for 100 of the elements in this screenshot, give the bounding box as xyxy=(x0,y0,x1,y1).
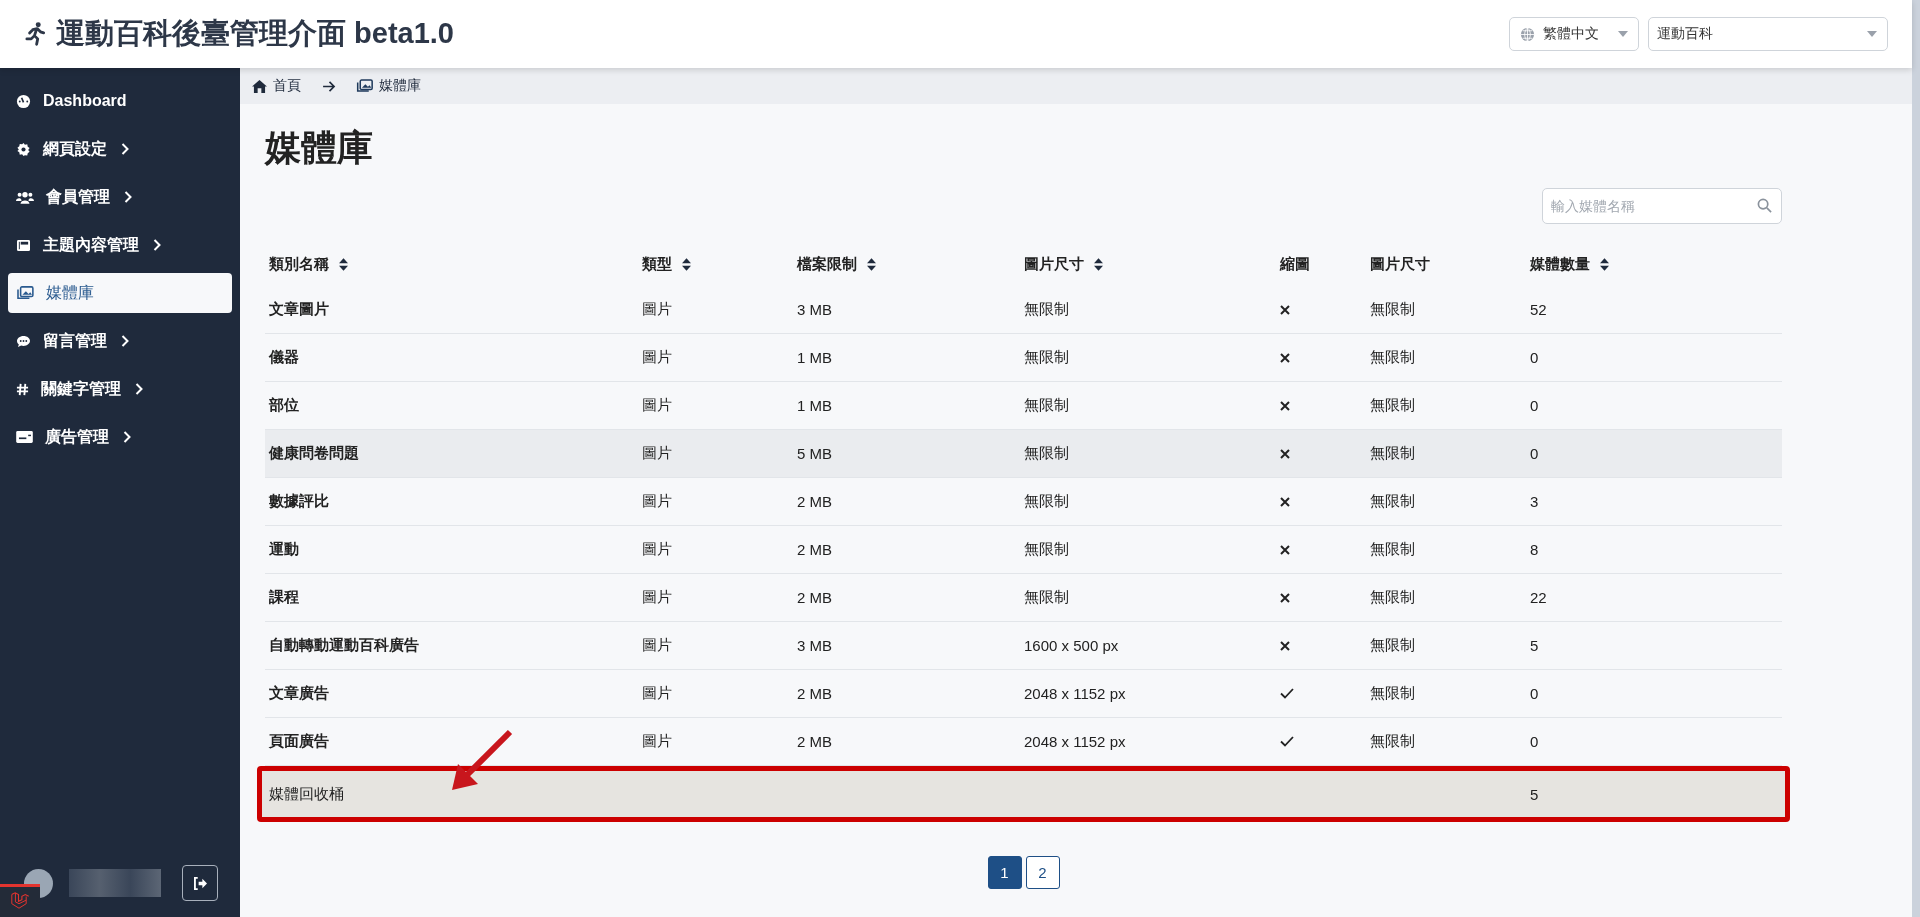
table-cell: 圖片 xyxy=(642,540,672,559)
chevron-right-icon xyxy=(121,335,129,347)
sidebar-item[interactable]: Dashboard xyxy=(8,81,232,121)
search-icon xyxy=(1757,198,1772,213)
users-icon xyxy=(16,190,34,204)
sidebar-item[interactable]: 廣告管理 xyxy=(8,417,232,457)
table-cell: 無限制 xyxy=(1024,588,1069,607)
table-cell: 0 xyxy=(1530,733,1539,750)
book-icon xyxy=(16,238,31,252)
table-cell: 5 xyxy=(1530,785,1539,803)
table-cell: 無限制 xyxy=(1370,396,1415,415)
sort-icon xyxy=(1600,257,1609,271)
table-cell: 0 xyxy=(1530,397,1539,414)
search-field[interactable]: 輸入媒體名稱 xyxy=(1542,188,1782,224)
home-icon xyxy=(252,79,267,93)
table-cell: 文章廣告 xyxy=(269,684,329,703)
table-cell: 文章圖片 xyxy=(269,300,329,319)
table-cell: 部位 xyxy=(269,396,299,415)
table-cell: 1 MB xyxy=(797,397,832,414)
table-cell: 無限制 xyxy=(1024,396,1069,415)
sort-icon xyxy=(867,257,876,271)
column-header[interactable]: 類型 xyxy=(642,254,691,274)
table-cell: 無限制 xyxy=(1370,540,1415,559)
table-cell: 1 MB xyxy=(797,349,832,366)
table-cell: 22 xyxy=(1530,589,1547,606)
table-cell: 圖片 xyxy=(642,732,672,751)
table-cell: 2 MB xyxy=(797,541,832,558)
table-cell: 健康問卷問題 xyxy=(269,444,359,463)
column-header[interactable]: 圖片尺寸 xyxy=(1024,254,1103,274)
table-cell: 5 MB xyxy=(797,445,832,462)
table-cell: 2048 x 1152 px xyxy=(1024,685,1126,702)
annotation-arrow xyxy=(450,728,514,792)
breadcrumb-current: 媒體庫 xyxy=(379,77,421,95)
table-cell: 儀器 xyxy=(269,348,299,367)
comment-icon xyxy=(16,334,31,348)
table-cell: 數據評比 xyxy=(269,492,329,511)
column-header[interactable]: 類別名稱 xyxy=(269,254,348,274)
images-icon xyxy=(356,79,373,93)
table-cell: 2 MB xyxy=(797,589,832,606)
caret-icon xyxy=(1618,31,1628,37)
logout-button[interactable] xyxy=(182,865,218,901)
logout-icon xyxy=(192,876,208,890)
sort-icon xyxy=(682,257,691,271)
table-cell: 2 MB xyxy=(797,733,832,750)
table-cell: 無限制 xyxy=(1370,492,1415,511)
table-cell: 52 xyxy=(1530,301,1547,318)
caret-icon xyxy=(1867,31,1877,37)
table-cell: 2 MB xyxy=(797,493,832,510)
table-cell: 8 xyxy=(1530,541,1539,558)
sidebar-item[interactable]: 媒體庫 xyxy=(8,273,232,313)
column-header[interactable]: 檔案限制 xyxy=(797,254,876,274)
page-button[interactable]: 2 xyxy=(1025,856,1060,889)
table-cell: 課程 xyxy=(269,588,299,607)
chevron-right-icon xyxy=(135,383,143,395)
app-title: 運動百科後臺管理介面 beta1.0 xyxy=(56,16,454,51)
column-header: 縮圖 xyxy=(1280,254,1310,274)
table-cell: 1600 x 500 px xyxy=(1024,637,1119,654)
sidebar-item[interactable]: 網頁設定 xyxy=(8,129,232,169)
chevron-right-icon xyxy=(153,239,161,251)
table-cell: 2 MB xyxy=(797,685,832,702)
table-cell: 運動 xyxy=(269,540,299,559)
table-cell: 圖片 xyxy=(642,396,672,415)
chevron-right-icon xyxy=(124,191,132,203)
column-header[interactable]: 媒體數量 xyxy=(1530,254,1609,274)
page-button[interactable]: 1 xyxy=(987,856,1022,889)
sidebar-item[interactable]: 留言管理 xyxy=(8,321,232,361)
table-cell: 無限制 xyxy=(1370,300,1415,319)
table-cell: 自動轉動運動百科廣告 xyxy=(269,636,419,655)
table-cell: 無限制 xyxy=(1370,588,1415,607)
table-cell: 0 xyxy=(1530,685,1539,702)
arrow-right-icon xyxy=(323,80,336,92)
globe-icon xyxy=(1520,26,1535,42)
table-cell: 3 MB xyxy=(797,301,832,318)
sidebar-item[interactable]: 主題內容管理 xyxy=(8,225,232,265)
language-select[interactable]: 繁體中文 xyxy=(1509,17,1639,51)
table-cell: 圖片 xyxy=(642,636,672,655)
table-cell: 圖片 xyxy=(642,684,672,703)
ad-card-icon xyxy=(16,431,33,443)
table-cell: 圖片 xyxy=(642,492,672,511)
breadcrumb-link[interactable]: 首頁 xyxy=(273,77,301,95)
table-cell: 圖片 xyxy=(642,348,672,367)
table-cell: 無限制 xyxy=(1024,492,1069,511)
table-cell: 3 xyxy=(1530,493,1539,510)
table-cell: 圖片 xyxy=(642,300,672,319)
chevron-right-icon xyxy=(121,143,129,155)
table-cell: 媒體回收桶 xyxy=(269,784,344,804)
gear-icon xyxy=(16,141,31,157)
table-cell: 3 MB xyxy=(797,637,832,654)
site-select[interactable]: 運動百科 xyxy=(1648,17,1888,51)
sidebar-item[interactable]: 關鍵字管理 xyxy=(8,369,232,409)
sort-icon xyxy=(339,257,348,271)
table-cell: 無限制 xyxy=(1370,732,1415,751)
sidebar-item[interactable]: 會員管理 xyxy=(8,177,232,217)
hashtag-icon xyxy=(16,382,29,396)
table-cell: 頁面廣告 xyxy=(269,732,329,751)
table-cell: 無限制 xyxy=(1024,300,1069,319)
table-cell: 無限制 xyxy=(1024,444,1069,463)
chevron-right-icon xyxy=(123,431,131,443)
table-cell: 無限制 xyxy=(1370,444,1415,463)
column-header: 圖片尺寸 xyxy=(1370,254,1430,274)
